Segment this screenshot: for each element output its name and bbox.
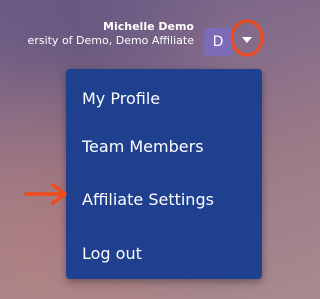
annotation-circle (230, 19, 264, 57)
user-info: Michelle Demo ersity of Demo, Demo Affil… (28, 20, 194, 48)
user-name: Michelle Demo (103, 20, 194, 33)
menu-item-team-members[interactable]: Team Members (82, 137, 204, 157)
arrow-right-annotation-icon (24, 183, 67, 205)
user-organization: ersity of Demo, Demo Affiliate (27, 34, 194, 47)
menu-item-log-out[interactable]: Log out (82, 244, 142, 264)
menu-item-my-profile[interactable]: My Profile (82, 89, 160, 109)
menu-item-affiliate-settings[interactable]: Affiliate Settings (82, 190, 214, 210)
user-dropdown-menu: My Profile Team Members Affiliate Settin… (66, 69, 262, 279)
